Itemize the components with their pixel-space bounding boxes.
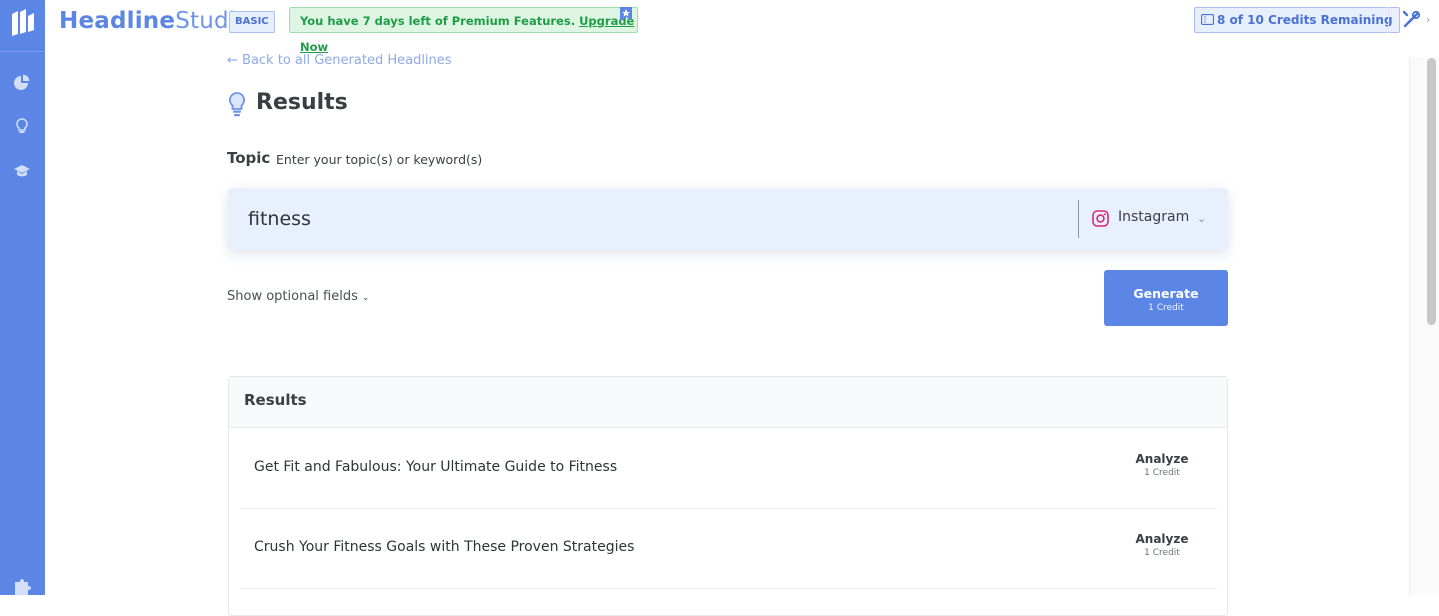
generate-cost: 1 Credit [1148,302,1184,313]
chevron-down-icon: ⌄ [1197,212,1207,225]
premium-promo-banner: You have 7 days left of Premium Features… [289,7,638,54]
brand-logo-text[interactable]: HeadlineStudio [59,7,250,35]
analyze-cost: 1 Credit [1144,548,1180,558]
optional-fields-label: Show optional fields [227,289,358,304]
result-row: Get Fit and Fabulous: Your Ultimate Guid… [240,428,1217,509]
analyze-label: Analyze [1135,532,1189,546]
result-headline: Get Fit and Fabulous: Your Ultimate Guid… [254,459,618,475]
instagram-icon [1092,210,1109,227]
topic-input[interactable] [248,205,1068,233]
chevron-down-icon: ⌄ [361,293,370,303]
header-divider [1388,6,1389,34]
page-scrollbar-thumb[interactable] [1427,58,1436,325]
topic-input-container: Instagram ⌄ [228,188,1228,250]
platform-selected-value: Instagram [1118,209,1190,225]
logo-icon[interactable] [9,8,36,38]
topic-divider [1078,200,1079,238]
back-to-headlines-link[interactable]: ← Back to all Generated Headlines [227,53,452,68]
show-optional-fields-toggle[interactable]: Show optional fields ⌄ [227,289,369,304]
analyze-button[interactable]: Analyze 1 Credit [1129,452,1195,478]
credits-ticket-icon [1201,14,1214,25]
graduation-cap-icon[interactable] [13,162,31,180]
credits-text: 8 of 10 Credits Remaining [1217,13,1393,27]
results-panel-title: Results [244,391,307,409]
promo-text: You have 7 days left of Premium Features… [300,14,576,28]
results-panel: Results Get Fit and Fabulous: Your Ultim… [228,376,1228,616]
left-sidebar [0,0,45,595]
result-row: Crush Your Fitness Goals with These Prov… [240,508,1217,589]
topic-hint: Enter your topic(s) or keyword(s) [276,152,483,167]
lightbulb-icon [228,92,246,117]
generate-label: Generate [1133,285,1199,301]
puzzle-icon[interactable] [13,577,31,595]
pie-chart-icon[interactable] [13,74,31,92]
results-panel-header: Results [229,377,1227,428]
chevron-right-icon[interactable]: › [1426,13,1430,26]
analyze-label: Analyze [1135,452,1189,466]
brand-part-1: Headline [59,8,176,34]
star-bookmark-icon [620,7,632,21]
tools-icon[interactable] [1402,10,1421,29]
top-header: HeadlineStudio BASIC You have 7 days lef… [45,0,1439,54]
lightbulb-icon[interactable] [13,117,31,135]
topic-label: Topic [227,149,271,167]
analyze-cost: 1 Credit [1144,468,1180,478]
credits-remaining-badge[interactable]: 8 of 10 Credits Remaining [1194,7,1400,33]
plan-badge: BASIC [229,11,275,33]
sidebar-divider [0,51,45,52]
page-title: Results [256,90,348,115]
result-headline: Crush Your Fitness Goals with These Prov… [254,539,635,555]
analyze-button[interactable]: Analyze 1 Credit [1129,532,1195,558]
generate-button[interactable]: Generate 1 Credit [1104,270,1228,326]
platform-select[interactable]: Instagram ⌄ [1092,207,1217,231]
